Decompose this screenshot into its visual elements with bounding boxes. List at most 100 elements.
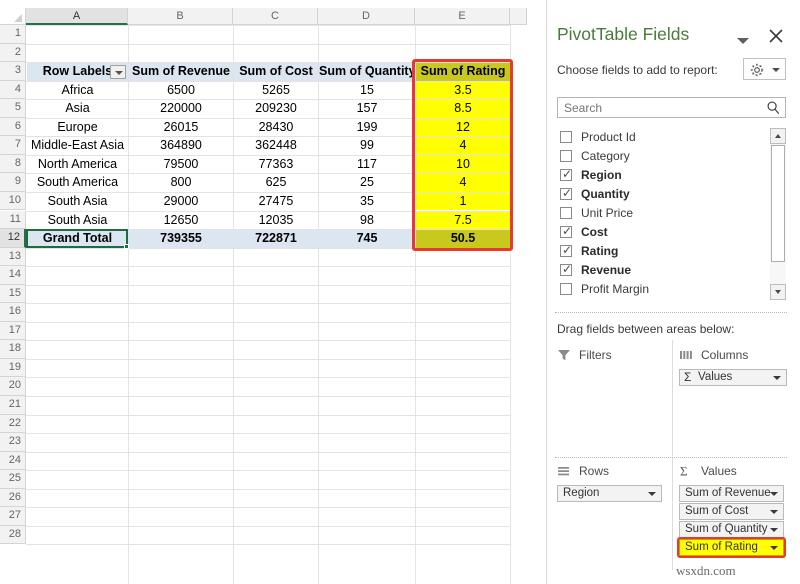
checkbox-region[interactable]: ✓ xyxy=(560,169,572,181)
checkbox-revenue[interactable]: ✓ xyxy=(560,264,572,276)
checkbox-unit-price[interactable] xyxy=(560,207,572,219)
pivot-cell-rating[interactable]: 1 xyxy=(416,193,510,211)
pivot-cell-rating[interactable]: 10 xyxy=(416,156,510,174)
pivot-row-label[interactable]: Europe xyxy=(27,119,128,137)
field-row-product-id[interactable]: Product Id xyxy=(557,128,762,147)
values-field-pill-2[interactable]: Sum of Quantity xyxy=(679,521,784,538)
pivot-cell-rating[interactable]: 12 xyxy=(416,119,510,137)
column-header-e[interactable]: E xyxy=(415,8,510,25)
rows-field-pill[interactable]: Region xyxy=(557,485,662,502)
row-header-4[interactable]: 4 xyxy=(0,81,26,100)
field-list-scrollbar[interactable] xyxy=(770,128,786,300)
row-labels-filter-button[interactable] xyxy=(110,65,126,79)
pivot-cell-quantity[interactable]: 25 xyxy=(319,174,415,192)
search-input[interactable] xyxy=(562,100,757,116)
column-header-d[interactable]: D xyxy=(318,8,415,25)
pivot-cell-quantity[interactable]: 157 xyxy=(319,100,415,118)
row-header-25[interactable]: 25 xyxy=(0,470,26,489)
row-header-26[interactable]: 26 xyxy=(0,489,26,508)
pivot-cell-revenue[interactable]: 79500 xyxy=(129,156,233,174)
pivot-cell-cost[interactable]: 12035 xyxy=(234,212,318,230)
row-header-20[interactable]: 20 xyxy=(0,377,26,396)
filters-area[interactable]: Filters xyxy=(557,348,665,453)
pivot-cell-quantity[interactable]: 35 xyxy=(319,193,415,211)
panel-menu-chevron-down-icon[interactable] xyxy=(737,38,749,44)
field-row-revenue[interactable]: ✓Revenue xyxy=(557,261,762,280)
columns-field-pill[interactable]: Σ Values xyxy=(679,369,787,386)
pivot-cell-rating[interactable]: 3.5 xyxy=(416,82,510,100)
field-row-profit-margin[interactable]: Profit Margin xyxy=(557,280,762,299)
select-all-corner[interactable] xyxy=(0,8,26,25)
pivot-cell-rating[interactable]: 4 xyxy=(416,137,510,155)
field-row-rating[interactable]: ✓Rating xyxy=(557,242,762,261)
row-header-2[interactable]: 2 xyxy=(0,44,26,63)
row-header-8[interactable]: 8 xyxy=(0,155,26,174)
row-header-6[interactable]: 6 xyxy=(0,118,26,137)
row-header-19[interactable]: 19 xyxy=(0,359,26,378)
row-header-10[interactable]: 10 xyxy=(0,192,26,211)
row-header-28[interactable]: 28 xyxy=(0,526,26,545)
pivot-cell-quantity[interactable]: 98 xyxy=(319,212,415,230)
pivot-cell-rating[interactable]: 7.5 xyxy=(416,212,510,230)
checkbox-category[interactable] xyxy=(560,150,572,162)
pivot-cell-quantity[interactable]: 199 xyxy=(319,119,415,137)
checkbox-profit-margin[interactable] xyxy=(560,283,572,295)
pivot-cell-cost[interactable]: 625 xyxy=(234,174,318,192)
pivot-cell-cost[interactable]: 28430 xyxy=(234,119,318,137)
pivot-cell-cost[interactable]: 5265 xyxy=(234,82,318,100)
pivot-cell-cost[interactable]: 27475 xyxy=(234,193,318,211)
field-scroll-down-button[interactable] xyxy=(770,284,786,300)
pivot-header-2[interactable]: Sum of Cost xyxy=(234,63,318,81)
values-field-pill-0[interactable]: Sum of Revenue xyxy=(679,485,784,502)
row-header-24[interactable]: 24 xyxy=(0,452,26,471)
row-header-16[interactable]: 16 xyxy=(0,303,26,322)
pivot-cell-revenue[interactable]: 364890 xyxy=(129,137,233,155)
pivot-grand-total-revenue[interactable]: 739355 xyxy=(129,230,233,248)
row-header-21[interactable]: 21 xyxy=(0,396,26,415)
pivot-row-label[interactable]: South Asia xyxy=(27,212,128,230)
pivot-cell-rating[interactable]: 4 xyxy=(416,174,510,192)
pivot-grand-total-rating[interactable]: 50.5 xyxy=(416,230,510,248)
column-header-b[interactable]: B xyxy=(128,8,233,25)
pivot-header-3[interactable]: Sum of Quantity xyxy=(319,63,415,81)
pivot-cell-revenue[interactable]: 220000 xyxy=(129,100,233,118)
pivot-grand-total-label[interactable]: Grand Total xyxy=(27,230,128,248)
pivot-header-4[interactable]: Sum of Rating xyxy=(416,63,510,81)
values-field-pill-3[interactable]: Sum of Rating xyxy=(679,539,784,556)
field-scrollbar-thumb[interactable] xyxy=(771,145,785,262)
field-row-cost[interactable]: ✓Cost xyxy=(557,223,762,242)
field-row-unit-price[interactable]: Unit Price xyxy=(557,204,762,223)
row-header-18[interactable]: 18 xyxy=(0,340,26,359)
pivot-cell-quantity[interactable]: 15 xyxy=(319,82,415,100)
pivot-grand-total-cost[interactable]: 722871 xyxy=(234,230,318,248)
pivot-cell-revenue[interactable]: 26015 xyxy=(129,119,233,137)
pivot-cell-revenue[interactable]: 29000 xyxy=(129,193,233,211)
checkbox-quantity[interactable]: ✓ xyxy=(560,188,572,200)
pivot-row-label[interactable]: South America xyxy=(27,174,128,192)
row-header-12[interactable]: 12 xyxy=(0,229,26,248)
values-area[interactable]: Σ Values Sum of RevenueSum of CostSum of… xyxy=(679,464,789,564)
search-box[interactable] xyxy=(557,97,786,118)
row-header-22[interactable]: 22 xyxy=(0,415,26,434)
close-button[interactable] xyxy=(766,26,786,46)
pivot-cell-cost[interactable]: 362448 xyxy=(234,137,318,155)
row-header-17[interactable]: 17 xyxy=(0,322,26,341)
field-list-settings-button[interactable] xyxy=(743,58,786,80)
field-row-region[interactable]: ✓Region xyxy=(557,166,762,185)
row-header-3[interactable]: 3 xyxy=(0,62,26,81)
row-header-15[interactable]: 15 xyxy=(0,285,26,304)
checkbox-cost[interactable]: ✓ xyxy=(560,226,572,238)
pivot-row-label[interactable]: Africa xyxy=(27,82,128,100)
row-header-1[interactable]: 1 xyxy=(0,25,26,44)
row-header-5[interactable]: 5 xyxy=(0,99,26,118)
pivot-cell-quantity[interactable]: 99 xyxy=(319,137,415,155)
pivot-row-label[interactable]: South Asia xyxy=(27,193,128,211)
field-row-category[interactable]: Category xyxy=(557,147,762,166)
row-header-13[interactable]: 13 xyxy=(0,248,26,267)
field-row-quantity[interactable]: ✓Quantity xyxy=(557,185,762,204)
pivot-row-label[interactable]: North America xyxy=(27,156,128,174)
pivot-row-label[interactable]: Asia xyxy=(27,100,128,118)
row-header-9[interactable]: 9 xyxy=(0,173,26,192)
pivot-cell-revenue[interactable]: 6500 xyxy=(129,82,233,100)
row-header-11[interactable]: 11 xyxy=(0,211,26,230)
